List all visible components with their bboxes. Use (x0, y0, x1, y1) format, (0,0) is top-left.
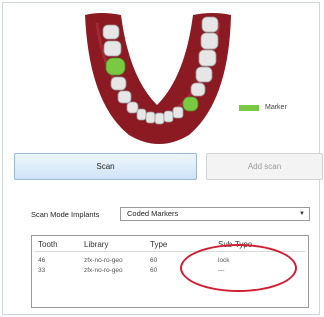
cell-library: zfx-no-ro-geo (84, 267, 123, 274)
scan-button[interactable]: Scan (14, 153, 197, 180)
add-scan-button[interactable]: Add scan (206, 153, 323, 180)
tooth-left-6 (126, 101, 139, 114)
scan-mode-value: Coded Markers (127, 209, 179, 218)
column-header-library[interactable]: Library (84, 240, 108, 249)
tooth-right-2 (201, 16, 219, 33)
subtype-highlight-circle (180, 244, 297, 292)
tooth-front-2 (145, 111, 156, 124)
tooth-left-4 (110, 76, 127, 91)
tooth-front-3 (154, 112, 165, 125)
column-header-tooth[interactable]: Tooth (38, 240, 58, 249)
cell-tooth: 46 (38, 257, 46, 264)
lower-jaw-illustration (85, 13, 231, 144)
tooth-left-marker (105, 57, 126, 76)
cell-tooth: 33 (38, 267, 46, 274)
scan-mode-label: Scan Mode Implants (31, 210, 100, 219)
scan-mode-select[interactable]: Coded Markers ▼ (120, 207, 310, 221)
tooth-front-4 (163, 110, 174, 123)
chevron-down-icon: ▼ (299, 211, 305, 217)
tooth-right-5 (195, 66, 213, 83)
tooth-right-6 (190, 82, 206, 97)
cell-type: 60 (150, 267, 158, 274)
marker-legend: Marker (239, 104, 287, 111)
tooth-front-5 (172, 106, 184, 119)
marker-legend-swatch (239, 104, 259, 111)
tooth-right-4 (198, 49, 217, 67)
cell-library: zfx-no-ro-geo (84, 257, 123, 264)
column-header-type[interactable]: Type (150, 240, 167, 249)
tooth-left-5 (117, 90, 132, 104)
tooth-left-2 (103, 40, 122, 57)
tooth-right-3 (200, 32, 219, 50)
tooth-right-marker (182, 96, 199, 112)
tooth-front-1 (136, 108, 147, 121)
marker-legend-label: Marker (265, 104, 287, 111)
cell-type: 60 (150, 257, 158, 264)
tooth-left-1 (102, 24, 120, 40)
